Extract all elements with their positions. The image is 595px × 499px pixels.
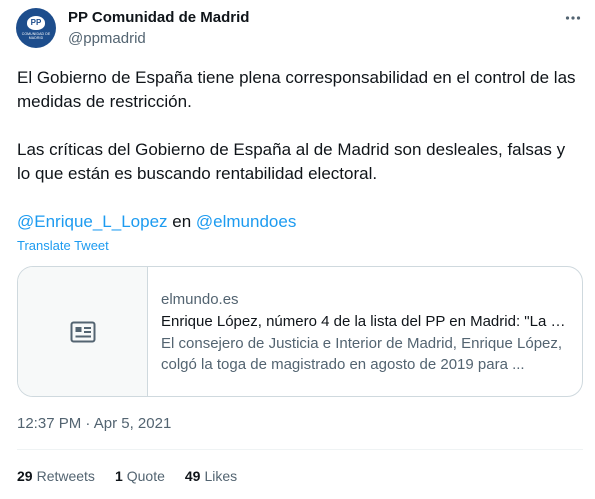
tweet-time[interactable]: 12:37 PM (17, 415, 81, 432)
card-domain: elmundo.es (161, 290, 239, 308)
engagement-stats: 29 Retweets 1 Quote 49 Likes (17, 468, 237, 484)
avatar[interactable]: PP COMUNIDAD DE MADRID (16, 8, 56, 48)
tweet-date[interactable]: Apr 5, 2021 (94, 415, 172, 432)
author-display-name[interactable]: PP Comunidad de Madrid (68, 9, 249, 26)
quotes-count: 1 (114, 468, 123, 484)
retweets-label: Retweets (36, 468, 95, 484)
tweet-timestamp: 12:37 PM · Apr 5, 2021 (17, 415, 171, 432)
link-card[interactable]: elmundo.es Enrique López, número 4 de la… (17, 266, 583, 397)
retweets-stat[interactable]: 29 Retweets (17, 468, 95, 484)
card-body: elmundo.es Enrique López, número 4 de la… (148, 267, 582, 396)
quotes-stat[interactable]: 1 Quote (115, 468, 165, 484)
likes-stat[interactable]: 49 Likes (185, 468, 237, 484)
tweet-paragraph-1: El Gobierno de España tiene plena corres… (17, 68, 576, 111)
tweet-paragraph-2: Las críticas del Gobierno de España al d… (17, 140, 566, 183)
mention-enrique-lopez[interactable]: @Enrique_L_Lopez (17, 212, 168, 231)
translate-tweet-link[interactable]: Translate Tweet (17, 238, 109, 253)
divider (17, 449, 583, 450)
mention-elmundoes[interactable]: @elmundoes (196, 212, 296, 231)
likes-label: Likes (204, 468, 238, 484)
author-handle[interactable]: @ppmadrid (68, 30, 146, 47)
article-icon (70, 321, 95, 342)
card-title: Enrique López, número 4 de la lista del … (161, 312, 568, 330)
timestamp-separator: · (81, 415, 94, 432)
quotes-label: Quote (126, 468, 165, 484)
card-thumbnail (18, 267, 148, 396)
tweet-text: El Gobierno de España tiene plena corres… (17, 66, 582, 234)
card-description: El consejero de Justicia e Interior de M… (161, 334, 563, 373)
more-horizontal-icon (565, 16, 581, 20)
retweets-count: 29 (17, 468, 33, 484)
likes-count: 49 (184, 468, 201, 484)
tweet-mentions-line: @Enrique_L_Lopez en @elmundoes (17, 210, 582, 234)
pp-logo-subtext: COMUNIDAD DE MADRID (21, 32, 51, 40)
more-button[interactable] (561, 8, 585, 28)
pp-logo-mark: PP (27, 16, 45, 30)
mention-connector: en (167, 212, 196, 231)
tweet: PP COMUNIDAD DE MADRID PP Comunidad de M… (0, 0, 595, 499)
